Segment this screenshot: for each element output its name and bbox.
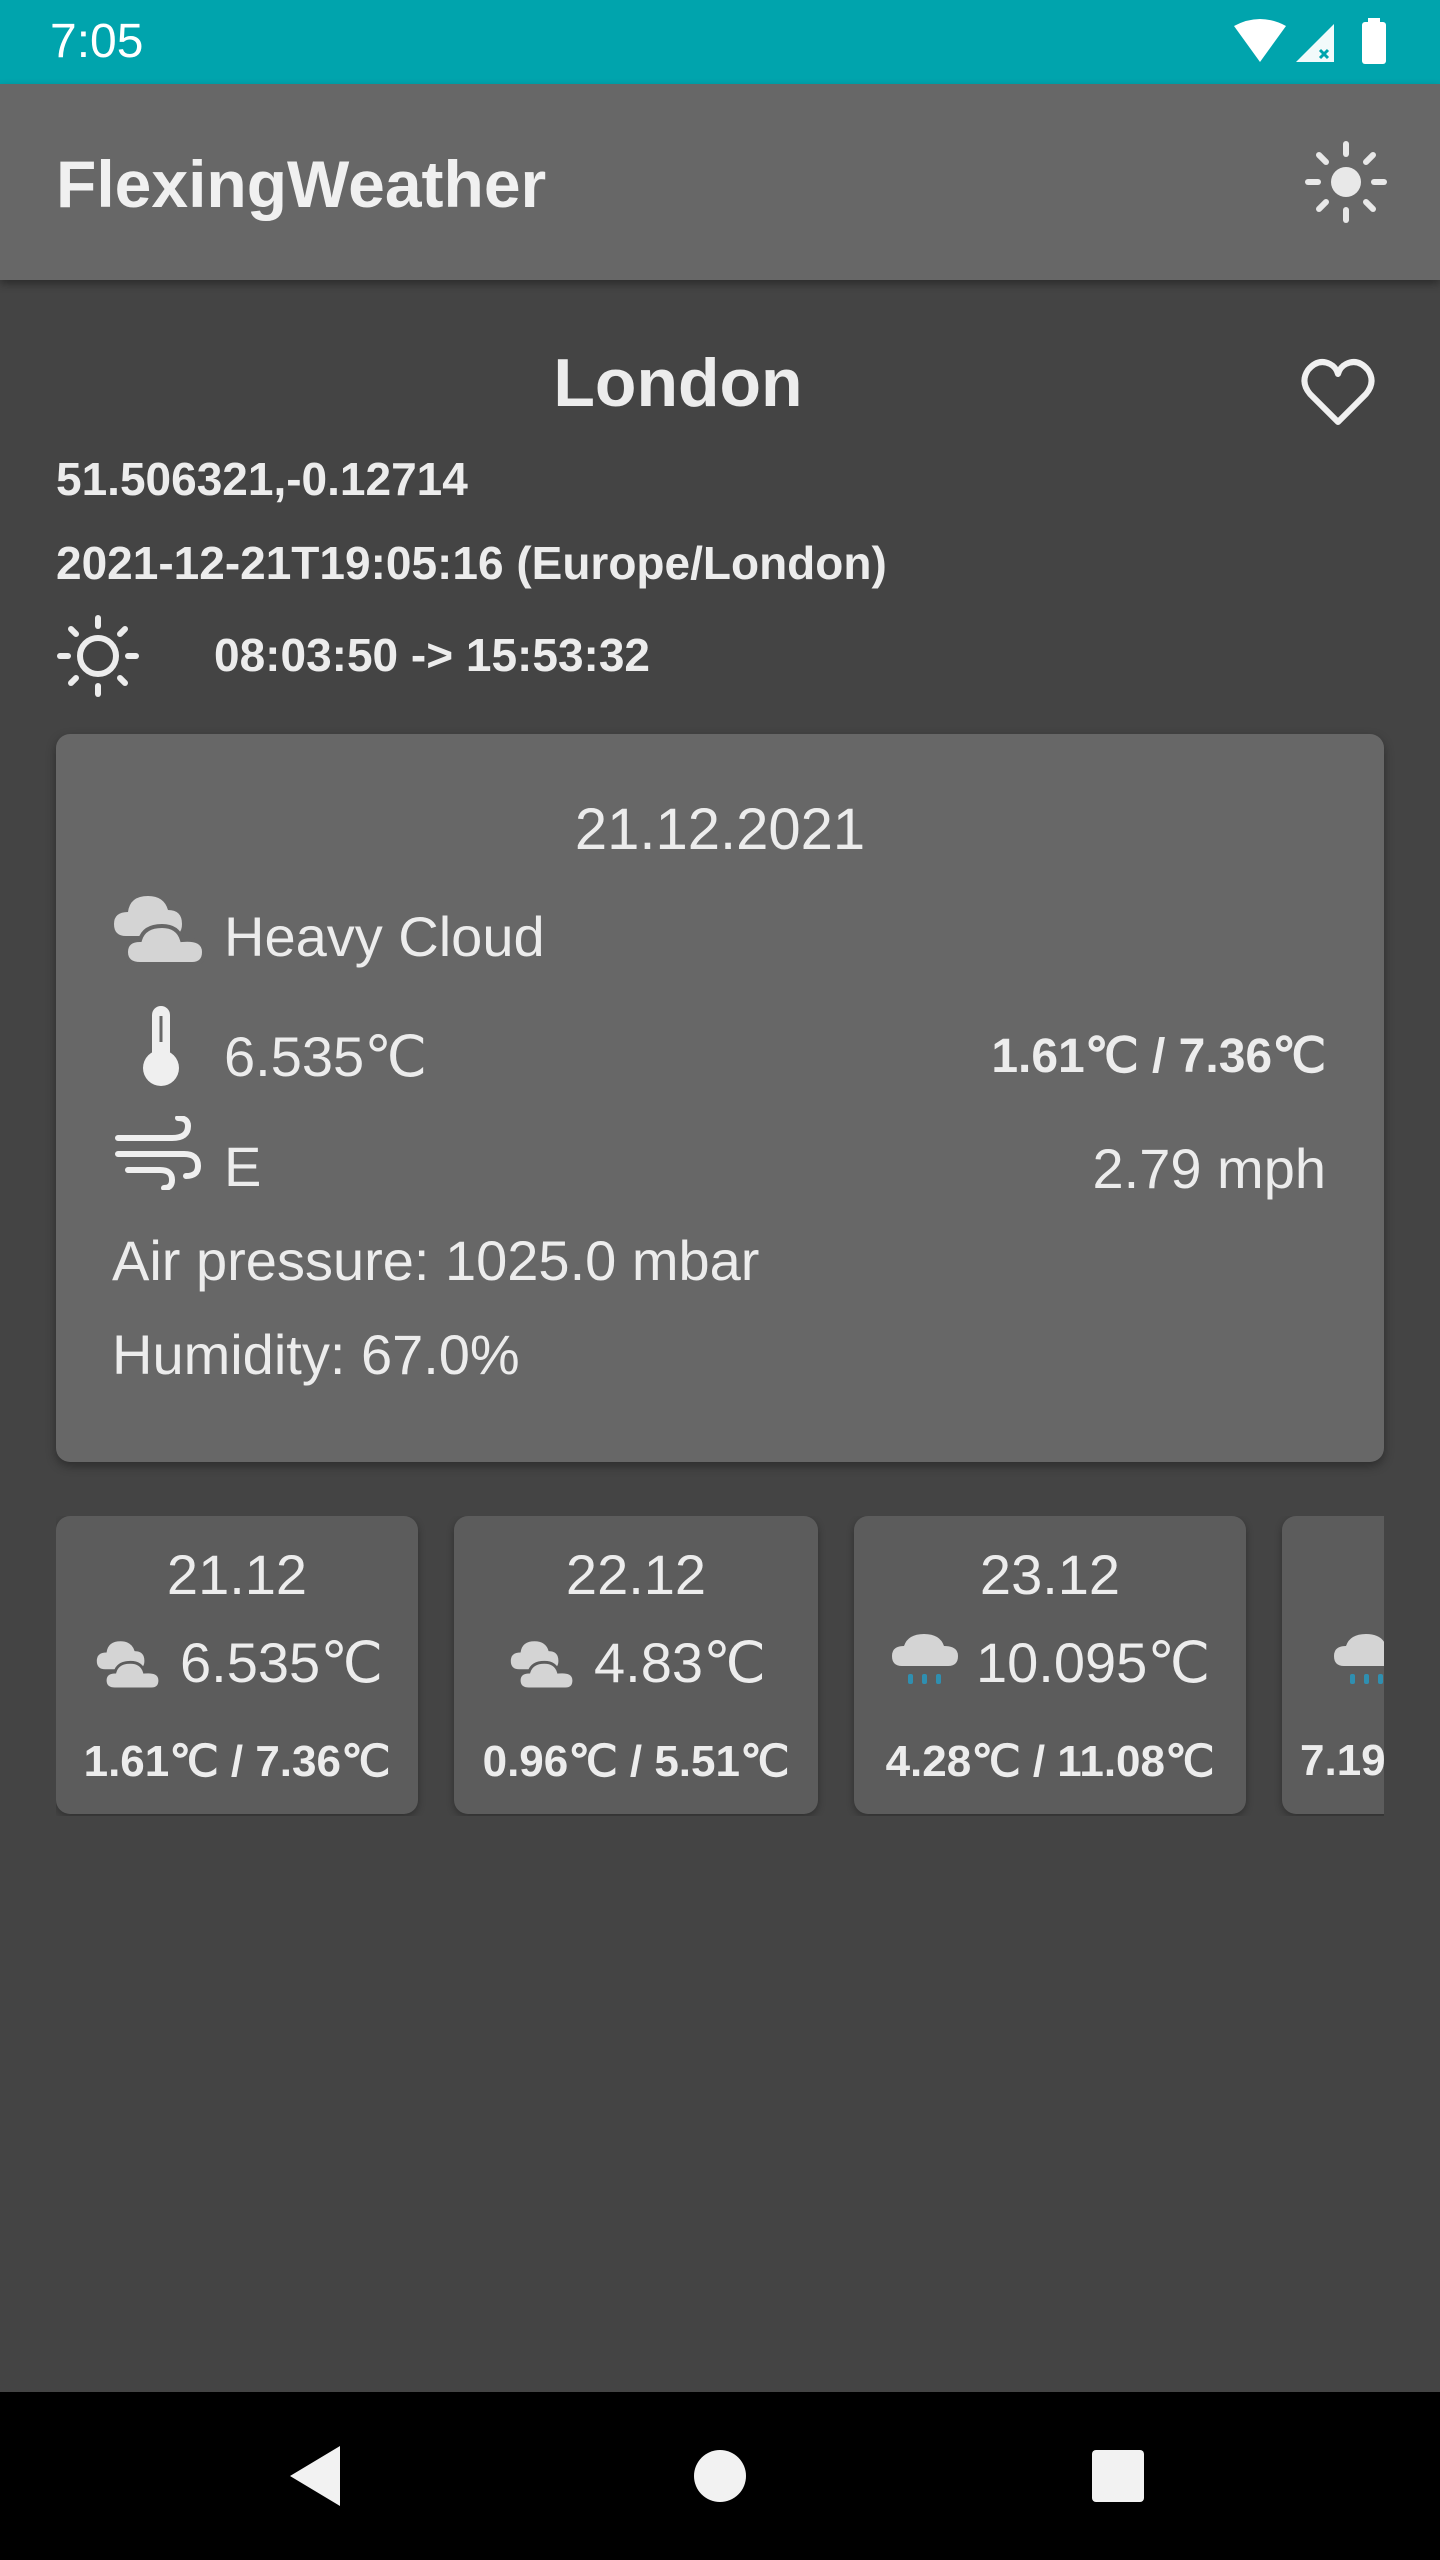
forecast-min-max: 1.61℃ / 7.36℃ [83,1737,391,1786]
forecast-item[interactable]: 23.12 10.095℃ 4.28℃ / 11.08℃ [854,1516,1246,1814]
recents-icon[interactable] [1078,2436,1158,2516]
wifi-icon [1234,19,1286,62]
today-weather-card: 21.12.2021 Heavy Cloud 6.535℃ 1.61℃ / 7.… [56,734,1384,1462]
forecast-date: 22.12 [565,1543,707,1606]
forecast-min-max: 0.96℃ / 5.51℃ [482,1737,790,1786]
forecast-date: 21.12 [166,1543,308,1606]
local-datetime: 2021-12-21T19:05:16 (Europe/London) [56,537,887,589]
theme-toggle-sun-icon[interactable] [1304,140,1388,224]
heavy-cloud-icon [114,896,207,966]
air-pressure: Air pressure: 1025.0 mbar [112,1229,760,1292]
forecast-temperature: 4.83℃ [594,1631,766,1694]
forecast-temperature: 6.535℃ [180,1631,384,1694]
rain-icon [892,1634,958,1684]
forecast-item[interactable]: 7.19 [1282,1516,1384,1814]
coordinates: 51.506321,-0.12714 [56,453,468,505]
forecast-temperature: 10.095℃ [976,1631,1211,1694]
forecast-list[interactable]: 21.12 6.535℃ 1.61℃ / 7.36℃ 22.12 4.83℃ 0… [56,1516,1384,1816]
sun-times: 08:03:50 -> 15:53:32 [214,629,651,681]
forecast-min-max: 4.28℃ / 11.08℃ [885,1737,1215,1786]
weather-condition: Heavy Cloud [224,905,545,968]
navigation-bar [0,2392,1440,2560]
home-icon[interactable] [680,2436,760,2516]
forecast-item[interactable]: 22.12 4.83℃ 0.96℃ / 5.51℃ [454,1516,818,1814]
wind-icon [115,1116,202,1190]
wind-speed: 2.79 mph [1092,1137,1327,1200]
forecast-min-max: 7.19 [1300,1736,1384,1785]
humidity: Humidity: 67.0% [112,1323,520,1386]
min-max-temperature: 1.61℃ / 7.36℃ [991,1030,1326,1083]
city-name: London [553,345,803,421]
app-bar: FlexingWeather [0,84,1440,280]
heavy-cloud-icon [510,1641,576,1691]
card-date: 21.12.2021 [574,797,866,862]
current-temperature: 6.535℃ [224,1025,428,1088]
thermometer-icon [143,1006,179,1086]
status-time: 7:05 [50,15,144,68]
heavy-cloud-icon [96,1641,162,1691]
forecast-item[interactable]: 21.12 6.535℃ 1.61℃ / 7.36℃ [56,1516,418,1814]
app-title: FlexingWeather [56,147,547,221]
wind-direction: E [224,1135,262,1198]
forecast-date: 23.12 [979,1543,1121,1606]
battery-icon [1362,22,1386,64]
back-icon[interactable] [278,2436,358,2516]
favorite-heart-icon[interactable] [1298,352,1378,432]
status-icons [1234,18,1386,64]
rain-icon [1334,1634,1384,1684]
status-bar: 7:05 [0,0,1440,84]
sunrise-sunset-icon [57,615,139,697]
